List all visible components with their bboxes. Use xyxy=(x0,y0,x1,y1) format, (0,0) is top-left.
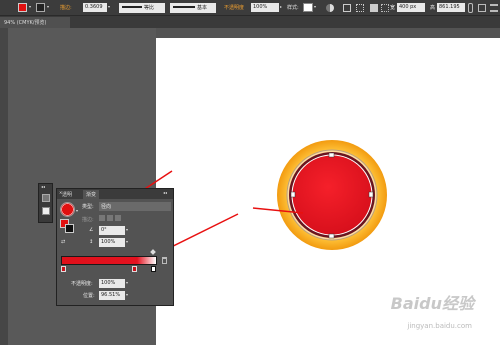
gradient-stop[interactable] xyxy=(151,266,156,272)
stroke-label: 描边: xyxy=(82,217,94,223)
reverse-gradient-icon[interactable]: ⇄ xyxy=(61,239,65,245)
opacity-label: 不透明度: xyxy=(71,281,93,287)
type-select[interactable]: 径向 xyxy=(99,202,171,211)
panel-icon[interactable] xyxy=(42,207,50,215)
location-input[interactable]: 96.51% xyxy=(99,291,125,300)
chevron-down-icon[interactable]: ▾ xyxy=(76,208,78,213)
stroke-color-swatch[interactable] xyxy=(65,224,74,233)
gradient-stop[interactable] xyxy=(61,266,66,272)
tab-transparency[interactable]: 透明 xyxy=(59,190,75,199)
stroke-gradient-icon[interactable] xyxy=(115,215,121,221)
gradient-panel: ✕ ◂◂ 透明 渐变 ≡ ▾ 类型: 径向 描边: ∠ 0° ▾ ⇄ ↕ 100… xyxy=(56,188,174,306)
gradient-slider[interactable] xyxy=(61,256,157,265)
aspect-ratio-icon: ↕ xyxy=(89,239,94,245)
stroke-gradient-icon[interactable] xyxy=(107,215,113,221)
selection-anchor[interactable] xyxy=(368,191,374,198)
tab-gradient[interactable]: 渐变 xyxy=(83,190,100,199)
watermark-url: jingyan.baidu.com xyxy=(407,322,472,330)
collapse-icon[interactable]: ◂◂ xyxy=(163,190,167,195)
chevron-down-icon[interactable]: ▾ xyxy=(126,239,128,244)
gradient-swatch-preview[interactable] xyxy=(60,202,75,217)
chevron-down-icon[interactable]: ▾ xyxy=(126,227,128,232)
watermark-logo: Baidu经验 xyxy=(390,294,474,313)
button-face[interactable] xyxy=(291,154,373,236)
collapsed-panel-dock: ◂◂ xyxy=(38,183,53,223)
angle-input[interactable]: 0° xyxy=(99,226,125,235)
aspect-ratio-input[interactable]: 100% xyxy=(99,238,125,247)
selection-anchor[interactable] xyxy=(328,233,335,239)
type-label: 类型: xyxy=(82,204,94,210)
panel-icon[interactable] xyxy=(42,194,50,202)
midpoint-diamond[interactable] xyxy=(150,249,156,255)
chevron-down-icon[interactable]: ▾ xyxy=(126,292,128,297)
delete-stop-icon[interactable] xyxy=(162,257,167,264)
collapse-icon[interactable]: ◂◂ xyxy=(41,184,45,189)
opacity-input[interactable]: 100% xyxy=(99,279,125,288)
selection-anchor[interactable] xyxy=(290,191,296,198)
gradient-stop[interactable] xyxy=(132,266,137,272)
location-label: 位置: xyxy=(83,293,95,299)
stroke-gradient-icon[interactable] xyxy=(99,215,105,221)
panel-tab-strip: ✕ ◂◂ 透明 渐变 ≡ xyxy=(57,189,173,205)
angle-icon: ∠ xyxy=(89,227,94,233)
selection-anchor[interactable] xyxy=(328,152,335,158)
chevron-down-icon[interactable]: ▾ xyxy=(126,280,128,285)
